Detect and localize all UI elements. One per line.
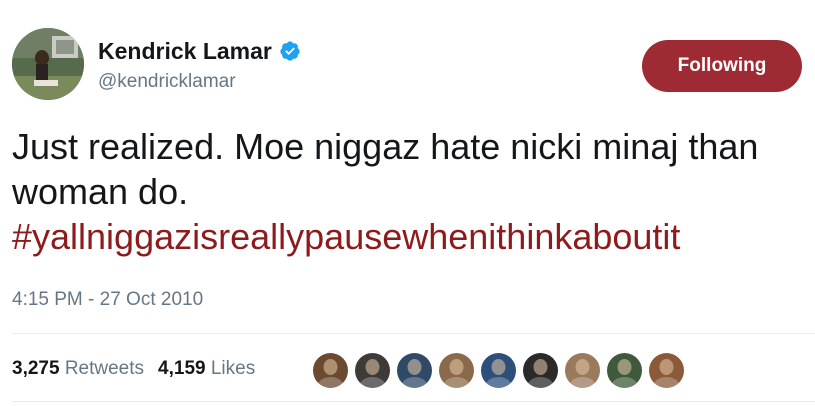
user-avatar[interactable]: [12, 28, 84, 100]
avatar-photo-icon: [12, 28, 84, 100]
tweet-timestamp[interactable]: 4:15 PM - 27 Oct 2010: [12, 288, 203, 312]
retweets-stat[interactable]: 3,275 Retweets: [12, 358, 144, 380]
liker-avatar[interactable]: [355, 352, 390, 388]
tweet-text: Just realized. Moe niggaz hate nicki min…: [12, 124, 802, 259]
hashtag-link[interactable]: #yallniggazisreallypausewhenithinkabouti…: [12, 214, 802, 259]
display-name[interactable]: Kendrick Lamar: [98, 36, 272, 66]
liker-avatar[interactable]: [481, 352, 516, 388]
name-row: Kendrick Lamar: [98, 36, 301, 66]
divider: [12, 401, 815, 402]
liker-avatars: [313, 351, 691, 389]
liker-avatar[interactable]: [313, 352, 348, 388]
divider: [12, 333, 815, 334]
tweet-card: Kendrick Lamar @kendricklamar Following …: [0, 0, 815, 406]
liker-avatar[interactable]: [439, 352, 474, 388]
liker-avatar[interactable]: [607, 352, 642, 388]
likes-label: Likes: [210, 358, 256, 379]
tweet-stats: 3,275 Retweets 4,159 Likes: [12, 356, 269, 382]
tweet-body: Just realized. Moe niggaz hate nicki min…: [12, 126, 759, 212]
retweets-count: 3,275: [12, 358, 60, 379]
likes-stat[interactable]: 4,159 Likes: [158, 358, 255, 380]
liker-avatar[interactable]: [523, 352, 558, 388]
retweets-label: Retweets: [64, 358, 145, 379]
liker-avatar[interactable]: [649, 352, 684, 388]
likes-count: 4,159: [158, 358, 206, 379]
liker-avatar[interactable]: [565, 352, 600, 388]
liker-avatar[interactable]: [397, 352, 432, 388]
following-button[interactable]: Following: [642, 40, 802, 92]
user-handle[interactable]: @kendricklamar: [98, 70, 236, 94]
verified-badge-icon: [279, 40, 301, 62]
tweet-header: Kendrick Lamar @kendricklamar Following: [12, 28, 802, 104]
